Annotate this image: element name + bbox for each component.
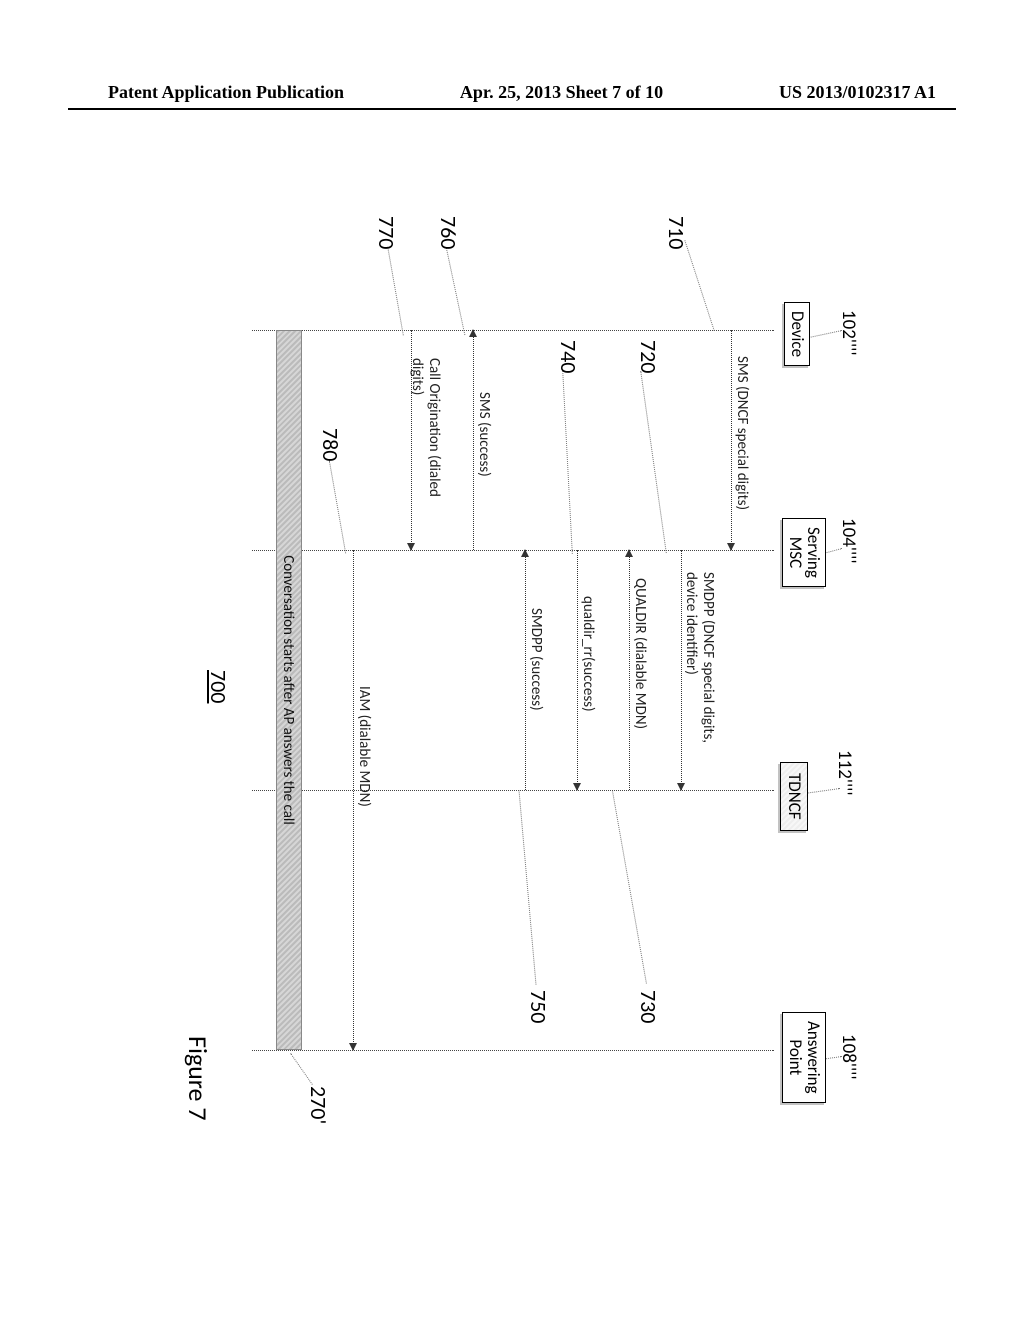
- ref-104: 104'''': [837, 518, 860, 564]
- refnum-730: 730: [635, 990, 662, 1023]
- conversation-bar: Conversation starts after AP answers the…: [276, 330, 302, 1050]
- sequence-diagram: 102'''' 104'''' 112'''' 108'''' Device S…: [162, 220, 862, 1180]
- msg-730: QUALDIR (dialable MDN): [632, 578, 649, 729]
- lifeline-answering-point: [252, 1050, 774, 1051]
- msg-720: SMDPP (DNCF special digits, device ident…: [683, 572, 716, 743]
- lifeline-tdncf: [252, 790, 774, 791]
- arrow-730: [629, 550, 630, 790]
- refnum-770: 770: [373, 216, 400, 249]
- arrow-750: [525, 550, 526, 790]
- header-rule: [68, 108, 956, 110]
- msg-770: Call Origination (dialed digits): [409, 358, 442, 497]
- arrow-710: [731, 330, 732, 550]
- msg-710: SMS (DNCF special digits): [734, 356, 751, 510]
- msg-780: IAM (dialable MDN): [356, 686, 373, 807]
- box-serving-msc: Serving MSC: [782, 518, 826, 587]
- lifeline-serving-msc: [252, 550, 774, 551]
- lead-730: [612, 791, 647, 983]
- diagram-wrapper: 102'''' 104'''' 112'''' 108'''' Device S…: [512, 700, 513, 701]
- lead-760: [446, 247, 466, 335]
- header-left: Patent Application Publication: [108, 82, 344, 103]
- refnum-710: 710: [663, 216, 690, 249]
- box-answering-point: Answering Point: [782, 1012, 826, 1103]
- box-tdncf: TDNCF: [780, 762, 808, 831]
- ref-102: 102'''': [837, 310, 860, 356]
- header-right: US 2013/0102317 A1: [779, 82, 936, 103]
- page-header: Patent Application Publication Apr. 25, …: [0, 82, 1024, 103]
- lead-270: [290, 1053, 313, 1085]
- refnum-720: 720: [635, 340, 662, 373]
- lead-780: [329, 461, 346, 554]
- refnum-750: 750: [525, 990, 552, 1023]
- msg-740: qualdir_rr(success): [580, 596, 597, 712]
- arrow-740: [577, 550, 578, 790]
- arrow-780: [353, 550, 354, 1050]
- refnum-760: 760: [435, 216, 462, 249]
- ref-112: 112'''': [833, 750, 856, 796]
- lead-770: [387, 247, 404, 336]
- lead-720: [640, 371, 667, 553]
- figure-caption: Figure 7: [182, 1036, 214, 1121]
- refnum-740: 740: [555, 340, 582, 373]
- lead-740: [562, 370, 573, 554]
- lifeline-device: [252, 330, 774, 331]
- header-center: Apr. 25, 2013 Sheet 7 of 10: [460, 82, 663, 103]
- figure-number: 700: [205, 670, 232, 703]
- msg-750: SMDPP (success): [528, 608, 545, 711]
- box-device: Device: [784, 302, 810, 366]
- refnum-780: 780: [317, 428, 344, 461]
- ref-108: 108'''': [837, 1034, 860, 1080]
- msg-760: SMS (success): [476, 392, 493, 477]
- refnum-270: 270': [305, 1086, 332, 1124]
- lead-750: [519, 790, 537, 984]
- arrow-760: [473, 330, 474, 550]
- lead-710: [684, 240, 714, 331]
